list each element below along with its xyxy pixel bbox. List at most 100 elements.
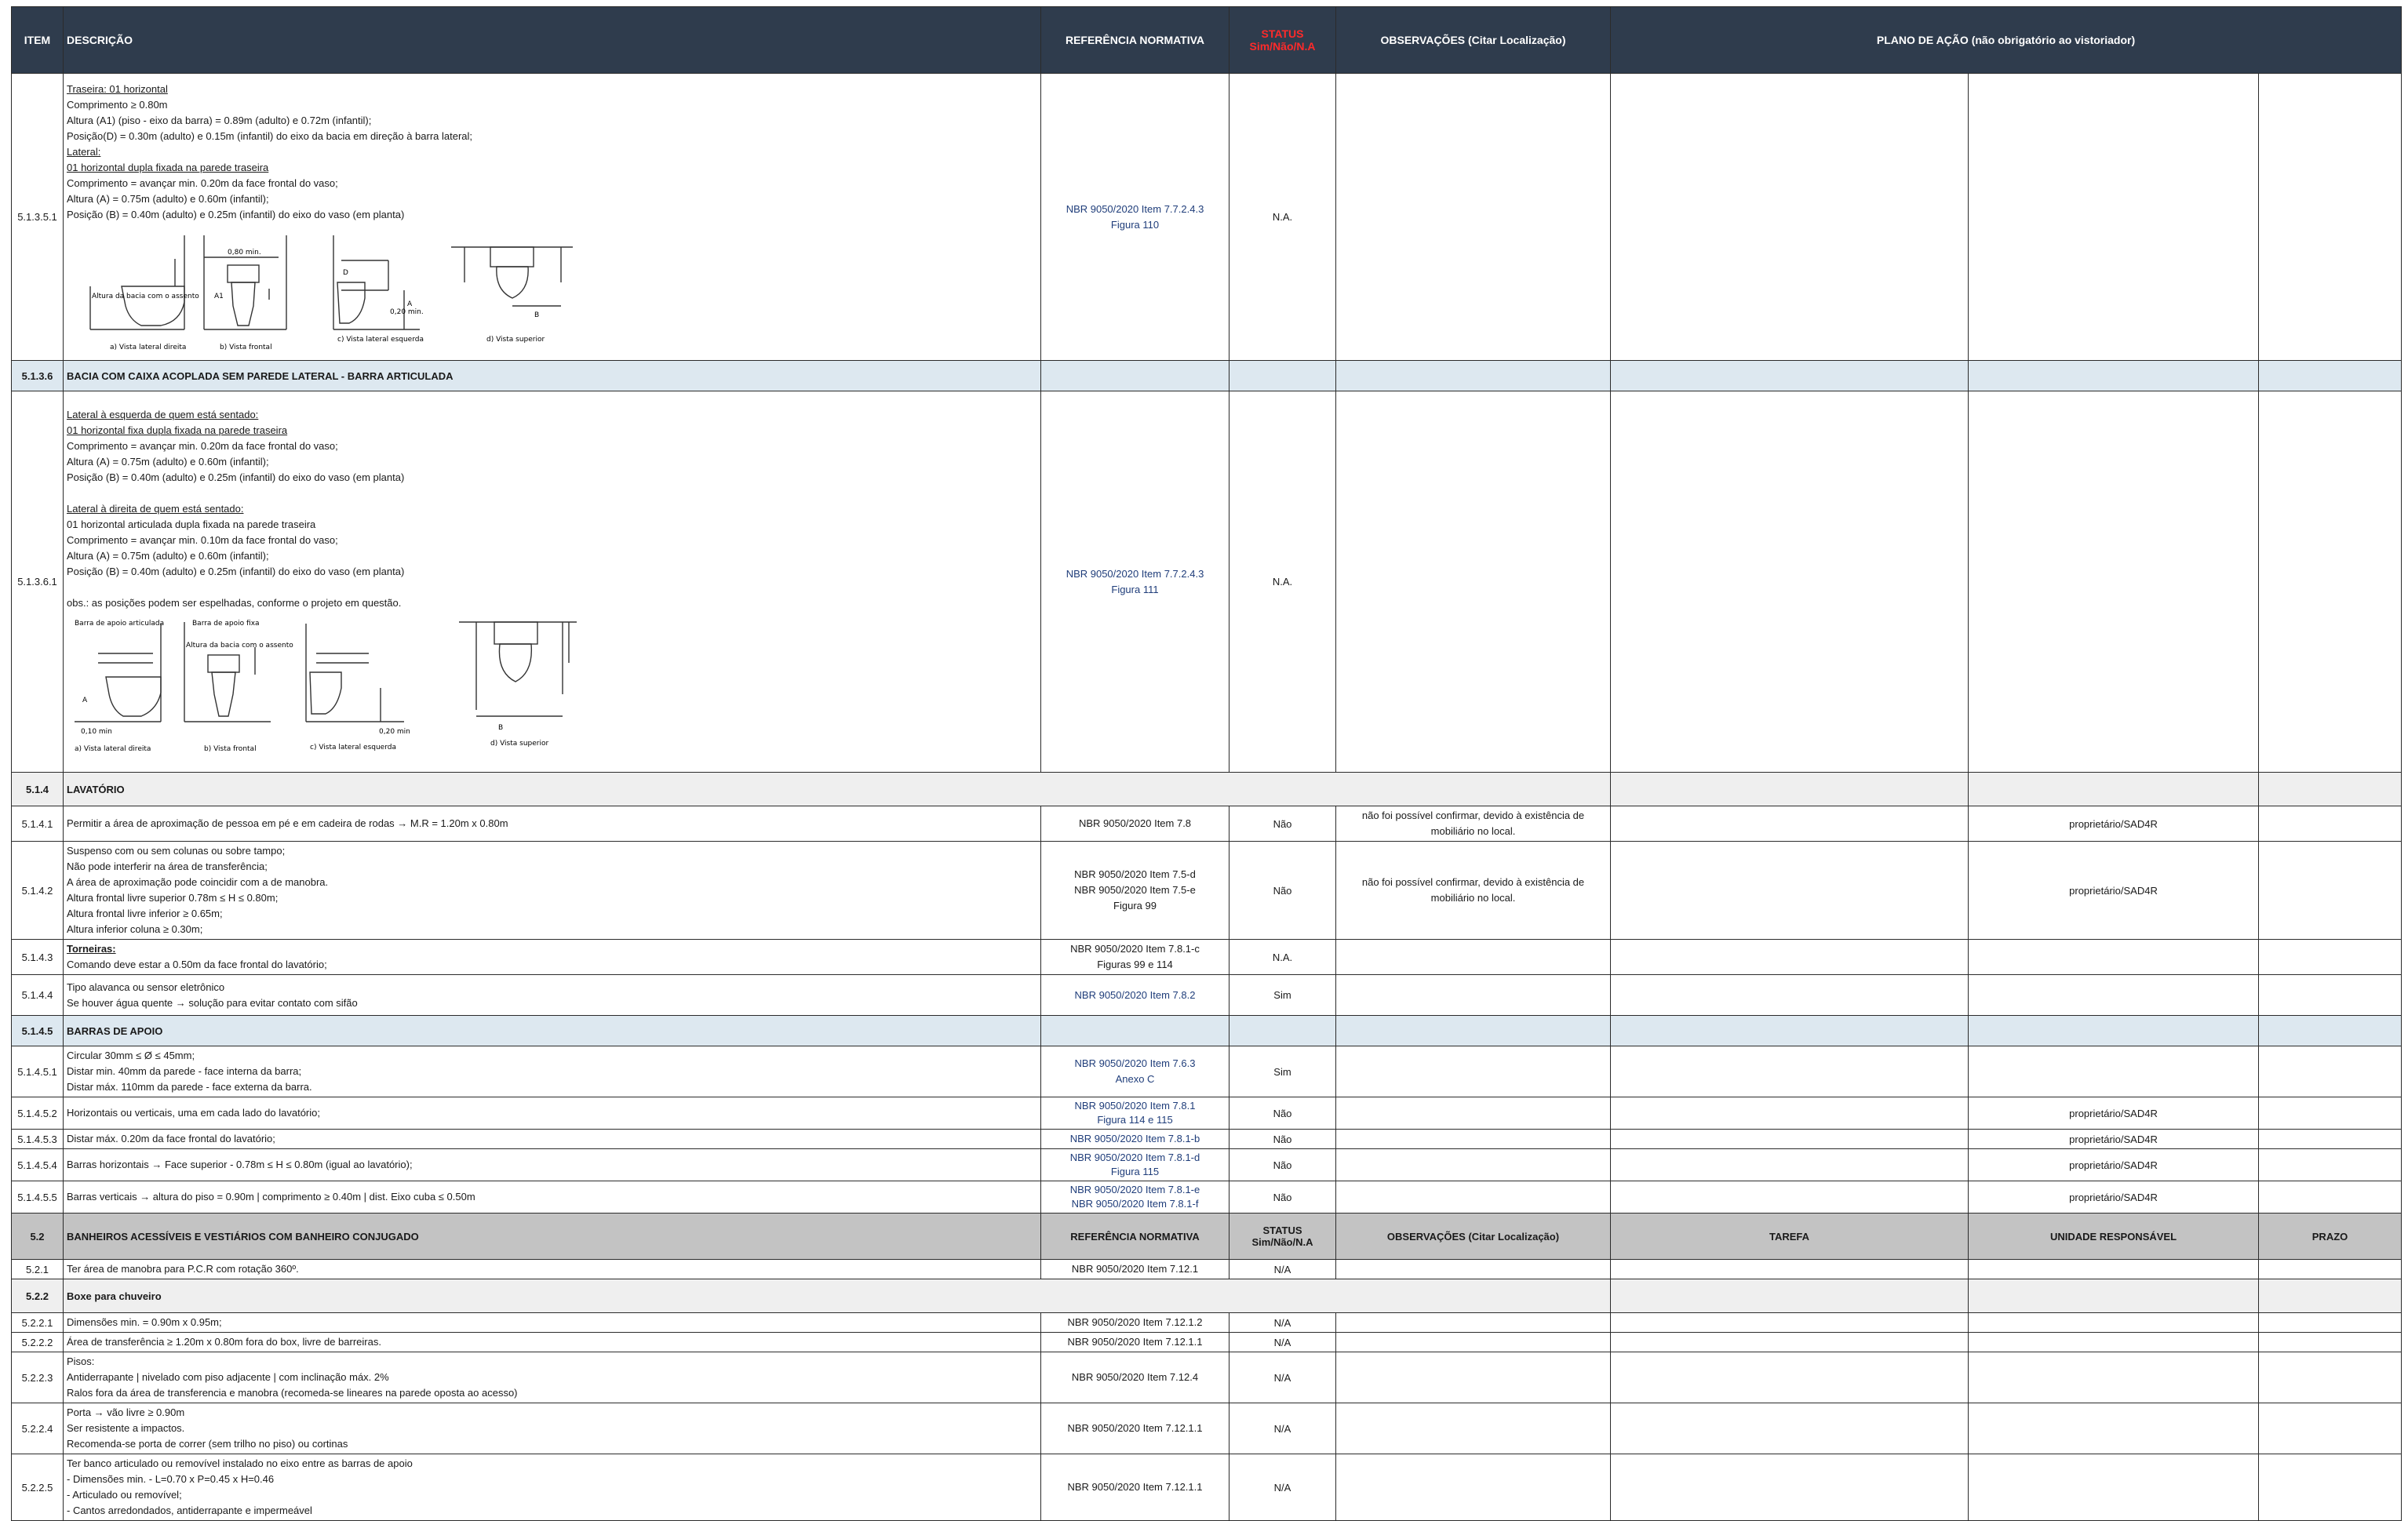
fig-label: A1	[214, 293, 224, 300]
observation-cell	[1335, 1046, 1611, 1097]
header-observacoes: OBSERVAÇÕES (Citar Localização)	[1335, 6, 1611, 74]
header-referencia: REFERÊNCIA NORMATIVA	[1040, 6, 1230, 74]
fig-label: 0,10 min	[81, 728, 112, 736]
reference-cell: NBR 9050/2020 Item 7.8.1-b	[1040, 1129, 1230, 1149]
reference-cell: NBR 9050/2020 Item 7.8.1 Figura 114 e 115	[1040, 1097, 1230, 1130]
observation-cell	[1335, 974, 1611, 1016]
observation-cell	[1335, 391, 1611, 773]
observation-cell	[1335, 73, 1611, 361]
reference-line: Figura 99	[1113, 900, 1157, 912]
reference-line: NBR 9050/2020 Item 7.7.2.4.3	[1066, 567, 1204, 580]
item-cell: 5.1.4.1	[11, 806, 64, 842]
task-cell	[1610, 1312, 1969, 1333]
item-cell: 5.1.4.5	[11, 1015, 64, 1046]
subheader-status: STATUS Sim/Não/N.A	[1229, 1213, 1336, 1260]
deadline-cell	[2257, 1454, 2403, 1521]
responsible-cell	[1968, 1403, 2259, 1454]
status-cell: Não	[1229, 841, 1336, 940]
subheader-tarefa: TAREFA	[1610, 1213, 1969, 1260]
reference-cell: NBR 9050/2020 Item 7.8.1-d Figura 115	[1040, 1148, 1230, 1181]
fig-label: A	[82, 697, 88, 704]
task-cell	[1610, 1332, 1969, 1352]
table-row: 5.2.2.4 Porta → vão livre ≥ 0.90m Ser re…	[11, 1403, 2403, 1454]
desc-line: Distar min. 40mm da parede - face intern…	[67, 1065, 302, 1077]
fig-label: A	[407, 300, 413, 308]
task-cell	[1610, 806, 1969, 842]
desc-line: Se houver água quente → solução para evi…	[67, 996, 358, 1009]
fig-label: B	[534, 311, 539, 319]
status-cell: Sim	[1229, 1046, 1336, 1097]
responsible-cell	[1968, 391, 2259, 773]
fig-label: d) Vista superior	[486, 336, 545, 344]
status-cell: N/A	[1229, 1352, 1336, 1403]
desc-line: Horizontais ou verticais, uma em cada la…	[67, 1107, 320, 1119]
desc-line: Dimensões min. = 0.90m x 0.95m;	[67, 1316, 222, 1328]
item-cell: 5.2.2.3	[11, 1352, 64, 1403]
subheader-referencia: REFERÊNCIA NORMATIVA	[1040, 1213, 1230, 1260]
description-cell: Porta → vão livre ≥ 0.90m Ser resistente…	[63, 1403, 1041, 1454]
header-row: ITEM DESCRIÇÃO REFERÊNCIA NORMATIVA STAT…	[11, 6, 2403, 74]
description-cell: Ter área de manobra para P.C.R com rotaç…	[63, 1259, 1041, 1279]
item-cell: 5.2.2.5	[11, 1454, 64, 1521]
reference-cell: NBR 9050/2020 Item 7.5-d NBR 9050/2020 It…	[1040, 841, 1230, 940]
responsible-cell: proprietário/SAD4R	[1968, 806, 2259, 842]
observation-cell	[1335, 939, 1611, 975]
section-title: BANHEIROS ACESSÍVEIS E VESTIÁRIOS COM BA…	[63, 1213, 1041, 1260]
fig-label: Barra de apoio articulada	[75, 620, 164, 628]
desc-line: Altura (A) = 0.75m (adulto) e 0.60m (inf…	[67, 455, 269, 468]
fig-label: D	[343, 269, 348, 277]
deadline-cell	[2257, 73, 2403, 361]
reference-cell: NBR 9050/2020 Item 7.12.1.1	[1040, 1332, 1230, 1352]
table-row: 5.2.2.5 Ter banco articulado ou removíve…	[11, 1454, 2403, 1521]
observation-cell	[1335, 1129, 1611, 1149]
fig-label: c) Vista lateral esquerda	[310, 744, 396, 751]
subheader-status-line1: STATUS	[1262, 1224, 1302, 1236]
task-cell	[1610, 841, 1969, 940]
desc-line: Barras verticais → altura do piso = 0.90…	[67, 1191, 475, 1203]
desc-line: Barras horizontais → Face superior - 0.7…	[67, 1159, 413, 1170]
table-row: 5.1.4.4 Tipo alavanca ou sensor eletrôni…	[11, 974, 2403, 1016]
section-title: BACIA COM CAIXA ACOPLADA SEM PAREDE LATE…	[63, 360, 1041, 391]
reference-cell: NBR 9050/2020 Item 7.6.3 Anexo C	[1040, 1046, 1230, 1097]
item-cell: 5.1.4.5.5	[11, 1181, 64, 1214]
status-cell: N/A	[1229, 1312, 1336, 1333]
responsible-cell	[1968, 1332, 2259, 1352]
item-cell: 5.2	[11, 1213, 64, 1260]
checklist-table: ITEM DESCRIÇÃO REFERÊNCIA NORMATIVA STAT…	[11, 6, 2403, 1521]
observation-cell	[1335, 1097, 1611, 1130]
item-cell: 5.1.3.5.1	[11, 73, 64, 361]
desc-line: Recomenda-se porta de correr (sem trilho…	[67, 1438, 348, 1450]
table-row: 5.1.4.1 Permitir a área de aproximação d…	[11, 806, 2403, 842]
task-cell	[1610, 391, 1969, 773]
desc-line: Ser resistente a impactos.	[67, 1422, 185, 1434]
status-cell: Não	[1229, 1097, 1336, 1130]
fig-label: 0,20 min	[379, 728, 410, 736]
desc-line: Altura frontal livre superior 0.78m ≤ H …	[67, 892, 279, 904]
section-row: 5.1.4.5 BARRAS DE APOIO	[11, 1015, 2403, 1046]
section-title: Boxe para chuveiro	[63, 1279, 1611, 1313]
desc-line: Comprimento = avançar min. 0.20m da face…	[67, 176, 338, 189]
subheader-prazo: PRAZO	[2257, 1213, 2403, 1260]
header-status-line2: Sim/Não/N.A	[1249, 40, 1316, 53]
table-row: 5.1.4.5.3 Distar máx. 0.20m da face fron…	[11, 1129, 2403, 1149]
reference-line: NBR 9050/2020 Item 7.6.3	[1074, 1057, 1196, 1069]
deadline-cell	[2257, 1046, 2403, 1097]
desc-line: Altura (A) = 0.75m (adulto) e 0.60m (inf…	[67, 549, 269, 562]
desc-line: Posição (B) = 0.40m (adulto) e 0.25m (in…	[67, 471, 405, 483]
responsible-cell	[1968, 1352, 2259, 1403]
desc-line: Lateral à esquerda de quem está sentado:	[67, 408, 259, 420]
desc-line: Comprimento = avançar min. 0.10m da face…	[67, 533, 338, 546]
status-cell: Não	[1229, 806, 1336, 842]
header-descricao: DESCRIÇÃO	[63, 6, 1041, 74]
reference-cell: NBR 9050/2020 Item 7.7.2.4.3 Figura 111	[1040, 391, 1230, 773]
desc-line: - Cantos arredondados, antiderrapante e …	[67, 1505, 312, 1516]
task-cell	[1610, 1403, 1969, 1454]
desc-line: Ralos fora da área de transferencia e ma…	[67, 1387, 518, 1399]
desc-line: Comando deve estar a 0.50m da face front…	[67, 959, 327, 970]
observation-cell	[1335, 1454, 1611, 1521]
desc-line: Altura (A1) (piso - eixo da barra) = 0.8…	[67, 114, 372, 126]
desc-line: Não pode interferir na área de transferê…	[67, 861, 268, 872]
table-row: 5.1.4.5.1 Circular 30mm ≤ Ø ≤ 45mm; Dist…	[11, 1046, 2403, 1097]
fig-label: 0,80 min.	[228, 249, 261, 257]
deadline-cell	[2257, 939, 2403, 975]
